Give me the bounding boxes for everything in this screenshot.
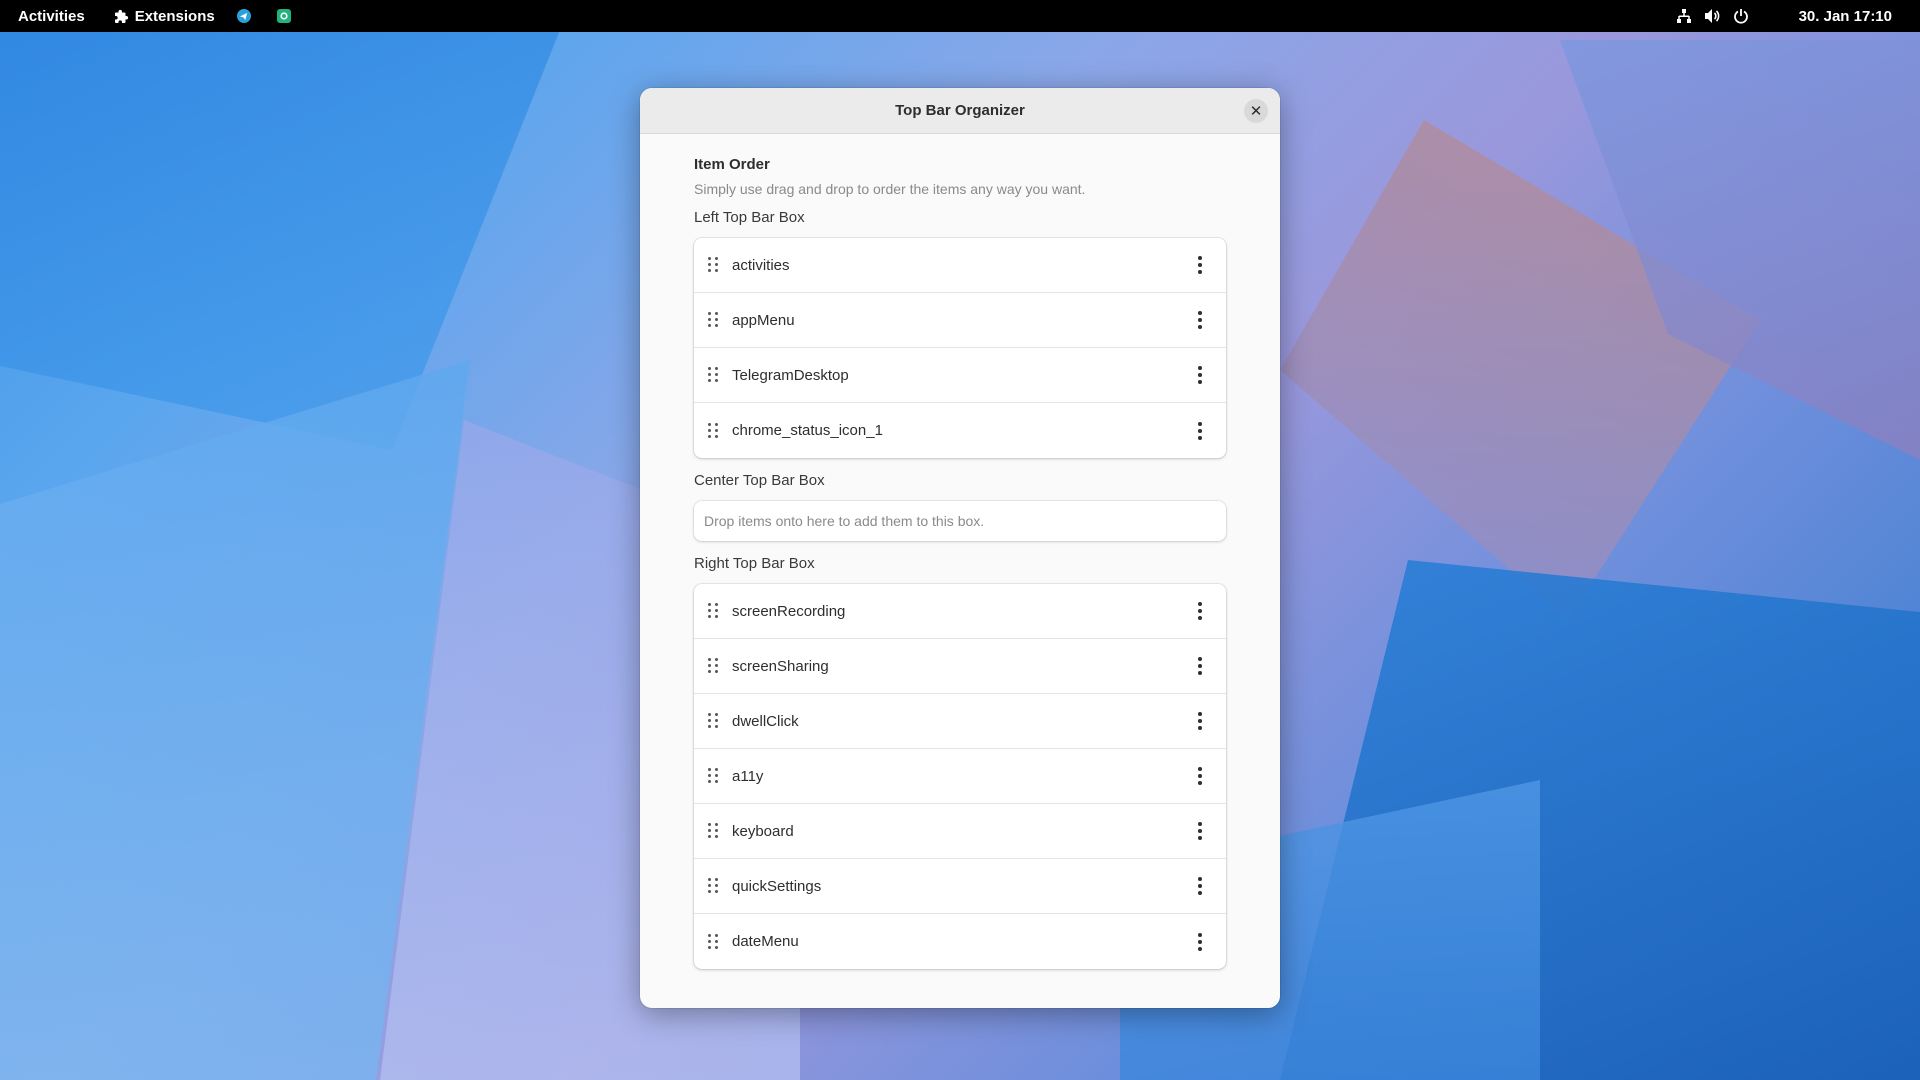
item-label: appMenu	[732, 311, 795, 329]
drag-handle-icon[interactable]	[708, 367, 718, 383]
date-time-clock[interactable]: 30. Jan 17:10	[1763, 8, 1920, 25]
power-icon	[1733, 8, 1749, 24]
system-menu[interactable]	[1662, 8, 1763, 24]
list-item[interactable]: TelegramDesktop	[694, 348, 1226, 403]
activities-button[interactable]: Activities	[0, 0, 103, 32]
network-icon	[1676, 8, 1692, 24]
window-title: Top Bar Organizer	[895, 102, 1025, 119]
item-label: screenSharing	[732, 657, 829, 675]
left-box-list: activities appMenu TelegramDesktop chrom…	[694, 238, 1226, 458]
more-options-icon[interactable]	[1188, 764, 1212, 788]
item-label: keyboard	[732, 822, 794, 840]
section-description: Simply use drag and drop to order the it…	[694, 181, 1086, 197]
right-box-list: screenRecording screenSharing dwellClick…	[694, 584, 1226, 969]
item-label: screenRecording	[732, 602, 846, 620]
list-item[interactable]: screenRecording	[694, 584, 1226, 639]
list-item[interactable]: dwellClick	[694, 694, 1226, 749]
volume-icon	[1704, 8, 1721, 24]
list-item[interactable]: quickSettings	[694, 859, 1226, 914]
drag-handle-icon[interactable]	[708, 422, 718, 439]
drag-handle-icon[interactable]	[708, 768, 718, 784]
left-box-label: Left Top Bar Box	[694, 209, 805, 226]
extensions-label: Extensions	[134, 7, 215, 25]
item-label: a11y	[732, 767, 764, 785]
drag-handle-icon[interactable]	[708, 312, 718, 328]
more-options-icon[interactable]	[1188, 654, 1212, 678]
top-bar: Activities Extensions 30. Jan 17:10	[0, 0, 1920, 32]
list-item[interactable]: activities	[694, 238, 1226, 293]
drag-handle-icon[interactable]	[708, 933, 718, 950]
right-box-label: Right Top Bar Box	[694, 555, 815, 572]
more-options-icon[interactable]	[1188, 709, 1212, 733]
drag-handle-icon[interactable]	[708, 603, 718, 619]
item-label: quickSettings	[732, 877, 822, 895]
telegram-icon[interactable]	[236, 9, 251, 23]
item-label: activities	[732, 256, 790, 274]
close-button[interactable]: ✕	[1244, 99, 1268, 123]
more-options-icon[interactable]	[1188, 308, 1212, 332]
item-label: TelegramDesktop	[732, 366, 849, 384]
list-item[interactable]: screenSharing	[694, 639, 1226, 694]
more-options-icon[interactable]	[1188, 819, 1212, 843]
drag-handle-icon[interactable]	[708, 878, 718, 894]
section-title: Item Order	[694, 156, 770, 173]
center-box-drop-zone[interactable]: Drop items onto here to add them to this…	[694, 501, 1226, 541]
list-item[interactable]: appMenu	[694, 293, 1226, 348]
extensions-app-menu[interactable]: Extensions	[103, 0, 227, 32]
drag-handle-icon[interactable]	[708, 658, 718, 674]
drag-handle-icon[interactable]	[708, 713, 718, 729]
puzzle-icon	[114, 9, 129, 23]
list-item[interactable]: a11y	[694, 749, 1226, 804]
close-icon: ✕	[1249, 103, 1263, 120]
drag-handle-icon[interactable]	[708, 257, 718, 273]
list-item[interactable]: keyboard	[694, 804, 1226, 859]
item-label: dwellClick	[732, 712, 799, 730]
chrome-status-icon[interactable]	[276, 9, 291, 23]
center-box-label: Center Top Bar Box	[694, 472, 825, 489]
list-item[interactable]: chrome_status_icon_1	[694, 403, 1226, 458]
more-options-icon[interactable]	[1188, 363, 1212, 387]
more-options-icon[interactable]	[1188, 253, 1212, 277]
window-header: Top Bar Organizer ✕	[640, 88, 1280, 134]
item-label: chrome_status_icon_1	[732, 422, 883, 439]
top-bar-organizer-window: Top Bar Organizer ✕ Item Order Simply us…	[640, 88, 1280, 1008]
list-item[interactable]: dateMenu	[694, 914, 1226, 969]
item-label: dateMenu	[732, 933, 799, 950]
more-options-icon[interactable]	[1188, 930, 1212, 954]
more-options-icon[interactable]	[1188, 419, 1212, 443]
more-options-icon[interactable]	[1188, 874, 1212, 898]
more-options-icon[interactable]	[1188, 599, 1212, 623]
drag-handle-icon[interactable]	[708, 823, 718, 839]
